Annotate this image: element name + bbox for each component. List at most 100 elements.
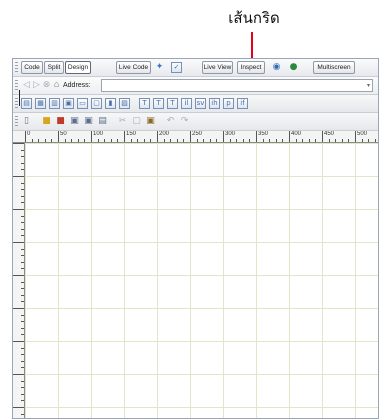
- ruler-tick: [21, 321, 24, 323]
- browser-preview-icon[interactable]: ◉: [271, 62, 282, 73]
- ruler-tick: [328, 139, 330, 142]
- ruler-tick: [209, 139, 211, 142]
- ruler-tick: [21, 195, 24, 197]
- print-icon[interactable]: ▢: [91, 98, 102, 109]
- ruler-label: 500: [357, 131, 368, 137]
- ruler-tick: [21, 387, 24, 389]
- ruler-tick: [117, 139, 119, 142]
- save-all-icon[interactable]: ▣: [83, 116, 94, 127]
- ruler-label: 250: [192, 131, 203, 137]
- design-view-button[interactable]: Design: [65, 61, 91, 74]
- ruler-tick: [249, 139, 251, 142]
- format-icon-1[interactable]: T: [139, 98, 150, 109]
- ruler-tick: [137, 139, 139, 142]
- ruler-tick: [322, 131, 323, 142]
- format-icon-6[interactable]: ih: [209, 98, 220, 109]
- ruler-origin-label: 0: [27, 131, 31, 137]
- ruler-tick: [21, 314, 24, 316]
- ruler-tick: [25, 131, 26, 142]
- toolbar-grip[interactable]: [15, 116, 18, 128]
- paste-icon[interactable]: ▣: [145, 116, 156, 127]
- undo-icon[interactable]: ↶: [165, 116, 176, 127]
- multiscreen-button[interactable]: Multiscreen: [313, 61, 355, 74]
- ruler-tick: [21, 367, 24, 369]
- ruler-tick: [374, 139, 376, 142]
- ruler-tick: [157, 131, 158, 142]
- ruler-label: 50: [60, 131, 67, 137]
- toolbar-grip[interactable]: [15, 80, 18, 92]
- ruler-tick: [262, 139, 264, 142]
- ruler-tick: [348, 139, 350, 142]
- ruler-tick: [21, 228, 24, 230]
- split-view-button[interactable]: Split: [44, 61, 64, 74]
- new-document-icon[interactable]: ▯: [21, 116, 32, 127]
- ruler-tick: [13, 209, 24, 210]
- ruler-label: 350: [258, 131, 269, 137]
- toolbar-grip[interactable]: [15, 62, 18, 74]
- ruler-label: 100: [93, 131, 104, 137]
- table-icon[interactable]: ▤: [21, 98, 32, 109]
- form-icon[interactable]: ▭: [77, 98, 88, 109]
- ruler-tick: [368, 139, 370, 142]
- print-code-icon[interactable]: ▤: [97, 116, 108, 127]
- image-icon[interactable]: ▨: [119, 98, 130, 109]
- redo-icon[interactable]: ↷: [179, 116, 190, 127]
- ruler-tick: [216, 139, 218, 142]
- layout-icon[interactable]: ▥: [49, 98, 60, 109]
- ruler-tick: [71, 139, 73, 142]
- ruler-tick: [289, 131, 290, 142]
- inspect-button[interactable]: Inspect: [237, 61, 265, 74]
- check-page-icon[interactable]: ✓: [171, 62, 182, 73]
- ruler-tick: [21, 294, 24, 296]
- ruler-tick: [21, 261, 24, 263]
- debug-icon[interactable]: ✦: [154, 62, 165, 73]
- format-icon-8[interactable]: if: [237, 98, 248, 109]
- ruler-tick: [150, 139, 152, 142]
- ruler-tick: [64, 139, 66, 142]
- ruler-tick: [256, 131, 257, 142]
- ruler-tick: [21, 334, 24, 336]
- browse-bridge-icon[interactable]: ■: [55, 116, 66, 127]
- ruler-tick: [21, 268, 24, 270]
- live-code-button[interactable]: Live Code: [116, 61, 151, 74]
- live-view-button[interactable]: Live View: [202, 61, 233, 74]
- format-icon-2[interactable]: T: [153, 98, 164, 109]
- ruler-tick: [97, 139, 99, 142]
- toolbar-grip[interactable]: [15, 98, 18, 110]
- ruler-tick: [21, 301, 24, 303]
- format-icon-3[interactable]: T: [167, 98, 178, 109]
- address-label: Address:: [63, 82, 91, 89]
- ruler-tick: [21, 248, 24, 250]
- chart-icon[interactable]: ▮: [105, 98, 116, 109]
- globe-icon[interactable]: ●: [288, 62, 299, 73]
- open-folder-icon[interactable]: ■: [41, 116, 52, 127]
- format-toolbar: ▤ ▦ ▥ ▣ ▭ ▢ ▮ ▨ T T T il sv ih p if: [13, 95, 378, 113]
- cut-icon[interactable]: ✂: [117, 116, 128, 127]
- design-canvas-grid[interactable]: [25, 143, 378, 418]
- ruler-tick: [21, 222, 24, 224]
- copy-icon[interactable]: ▢: [131, 116, 142, 127]
- ruler-tick: [31, 139, 33, 142]
- ruler-tick: [21, 347, 24, 349]
- format-icon-7[interactable]: p: [223, 98, 234, 109]
- div-icon[interactable]: ▦: [35, 98, 46, 109]
- ruler-tick: [13, 275, 24, 276]
- home-icon[interactable]: ⌂: [51, 80, 62, 91]
- ruler-tick: [130, 139, 132, 142]
- ruler-tick: [21, 400, 24, 402]
- format-icon-5[interactable]: sv: [195, 98, 206, 109]
- ruler-tick: [21, 413, 24, 415]
- ruler-tick: [13, 143, 24, 144]
- ruler-tick: [282, 139, 284, 142]
- code-view-button[interactable]: Code: [21, 61, 43, 74]
- address-input[interactable]: ▾: [101, 79, 373, 92]
- ruler-tick: [21, 189, 24, 191]
- save-icon[interactable]: ▣: [69, 116, 80, 127]
- frame-icon[interactable]: ▣: [63, 98, 74, 109]
- ruler-tick: [143, 139, 145, 142]
- format-icon-4[interactable]: il: [181, 98, 192, 109]
- ruler-tick: [269, 139, 271, 142]
- ruler-tick: [163, 139, 165, 142]
- chevron-down-icon[interactable]: ▾: [367, 82, 370, 89]
- ruler-tick: [170, 139, 172, 142]
